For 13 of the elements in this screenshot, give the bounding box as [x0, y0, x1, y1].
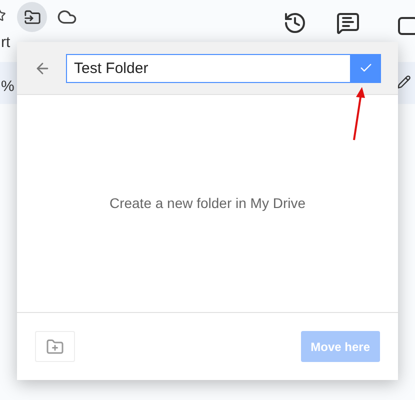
folder-plus-icon	[46, 338, 64, 356]
folder-arrow-icon	[24, 8, 40, 26]
empty-message: Create a new folder in My Drive	[109, 194, 306, 213]
confirm-button[interactable]	[351, 54, 381, 82]
move-folder-button[interactable]	[17, 2, 47, 32]
folder-name-field[interactable]: Test Folder	[66, 54, 351, 82]
move-here-button: Move here	[300, 331, 380, 362]
comment-icon[interactable]	[336, 11, 360, 35]
history-icon[interactable]	[283, 11, 307, 35]
menu-item[interactable]: rt	[1, 32, 10, 54]
new-folder-button[interactable]	[35, 331, 75, 362]
zoom-text: %	[1, 77, 14, 97]
pencil-icon[interactable]	[397, 75, 411, 89]
